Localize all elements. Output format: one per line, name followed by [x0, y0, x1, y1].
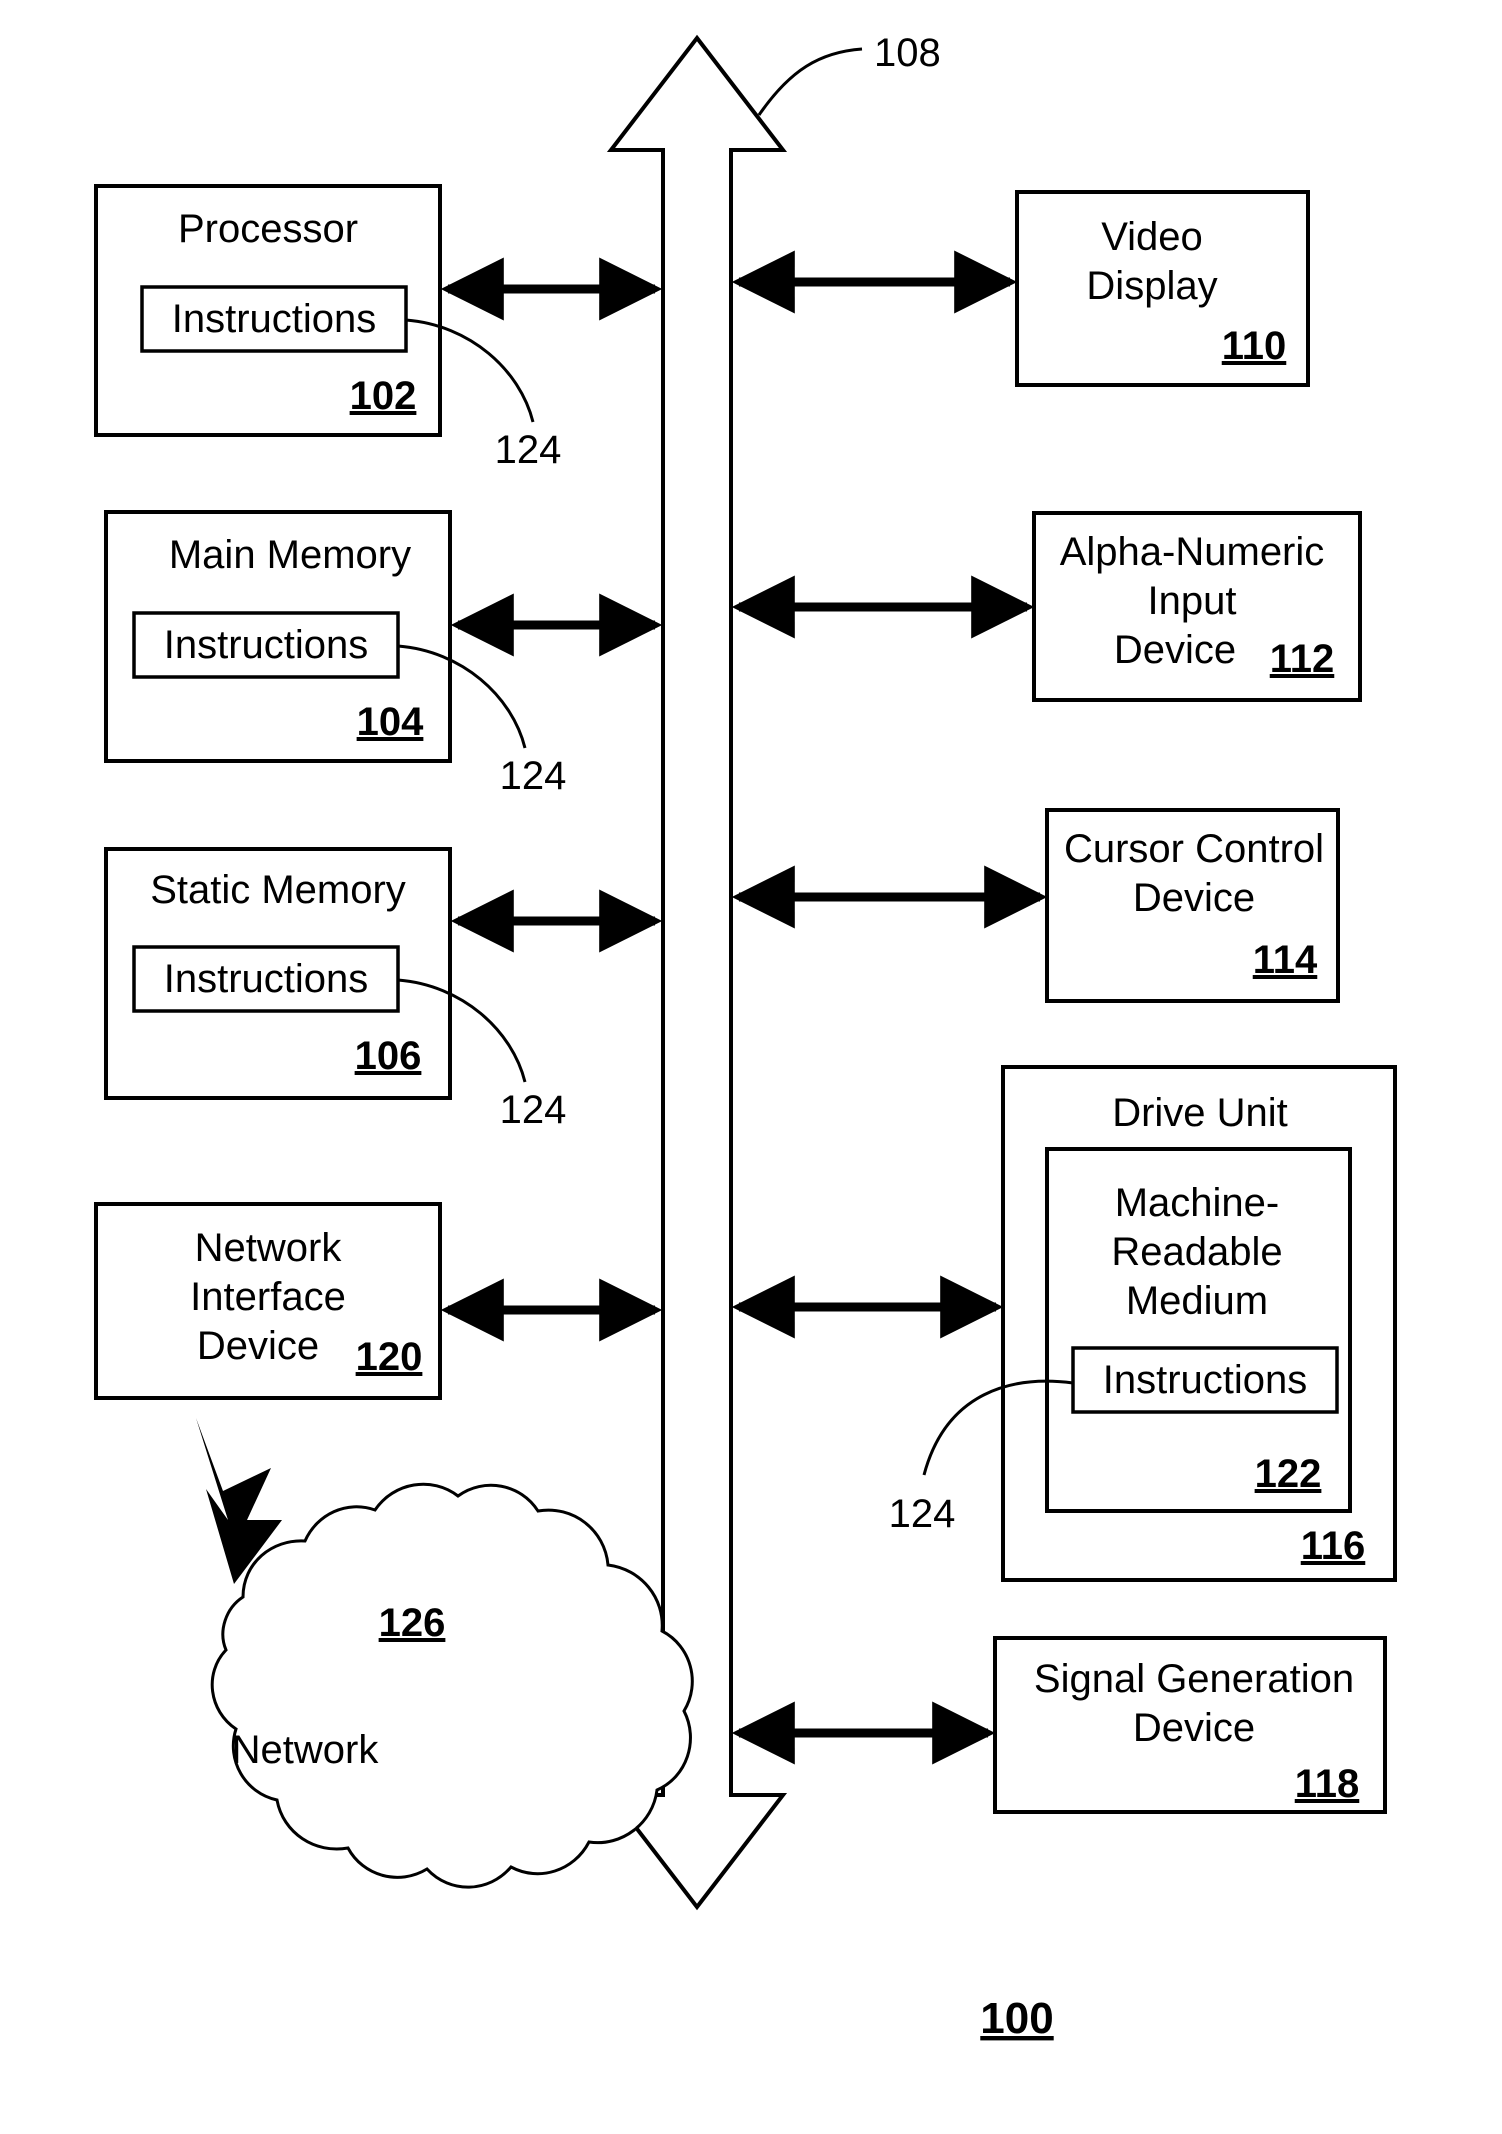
- patent-figure-canvas: 108 Processor Instructions 102 124 Main …: [0, 0, 1502, 2134]
- block-network-interface-device[interactable]: Network Interface Device 120: [94, 1202, 442, 1400]
- drive-unit-title: Drive Unit: [1112, 1091, 1288, 1135]
- alpha-numeric-input-device-title-line3: Device: [1114, 628, 1236, 672]
- block-cursor-control-device[interactable]: Cursor Control Device 114: [1045, 808, 1340, 1003]
- static-memory-ref: 106: [355, 1034, 422, 1078]
- video-display-ref: 110: [1222, 324, 1287, 368]
- bus-ref-leader: [757, 47, 863, 116]
- bus-ref-label: 108: [874, 31, 941, 75]
- drive-unit-box: [1001, 1065, 1397, 1582]
- alpha-numeric-input-device-title-line2: Input: [1148, 579, 1237, 623]
- network-cloud-ref: 126: [379, 1601, 446, 1645]
- video-display-title-line2: Display: [1086, 264, 1217, 308]
- cursor-control-device-title-line2: Device: [1133, 876, 1255, 920]
- signal-generation-device-ref: 118: [1295, 1762, 1360, 1806]
- machine-readable-medium-ref: 122: [1255, 1452, 1322, 1496]
- block-main-memory[interactable]: Main Memory Instructions 104: [104, 510, 452, 763]
- static-memory-title: Static Memory: [150, 868, 406, 912]
- block-processor[interactable]: Processor Instructions 102: [94, 184, 442, 437]
- static-memory-instructions-ref-label: 124: [500, 1088, 567, 1132]
- processor-title: Processor: [178, 207, 358, 251]
- processor-ref: 102: [350, 374, 417, 418]
- cursor-control-device-ref: 114: [1253, 938, 1318, 982]
- network-cloud-label: Network: [232, 1728, 380, 1772]
- signal-generation-device-title-line2: Device: [1133, 1706, 1255, 1750]
- signal-generation-device-title-line1: Signal Generation: [1034, 1657, 1354, 1701]
- block-video-display[interactable]: Video Display 110: [1015, 190, 1310, 387]
- main-memory-instructions-ref-label: 124: [500, 754, 567, 798]
- alpha-numeric-input-device-title-line1: Alpha-Numeric: [1060, 530, 1325, 574]
- static-memory-instructions-label: Instructions: [164, 957, 369, 1001]
- alpha-numeric-input-device-ref: 112: [1270, 637, 1335, 681]
- network-interface-device-ref: 120: [356, 1335, 423, 1379]
- block-static-memory[interactable]: Static Memory Instructions 106: [104, 847, 452, 1100]
- cursor-control-device-title-line1: Cursor Control: [1064, 827, 1324, 871]
- processor-instructions-label: Instructions: [172, 297, 377, 341]
- machine-readable-medium[interactable]: Machine- Readable Medium Instructions 12…: [1045, 1147, 1352, 1513]
- main-memory-title: Main Memory: [169, 533, 411, 577]
- figure-svg: 108 Processor Instructions 102 124 Main …: [94, 31, 1397, 2043]
- figure-number: 100: [980, 1994, 1053, 2043]
- processor-instructions-leader: [405, 318, 535, 423]
- network-cloud[interactable]: 126 Network: [210, 1482, 694, 1889]
- drive-unit-ref: 116: [1301, 1524, 1366, 1568]
- block-signal-generation-device[interactable]: Signal Generation Device 118: [993, 1636, 1387, 1814]
- network-interface-device-title-line1: Network: [195, 1226, 343, 1270]
- video-display-title-line1: Video: [1101, 215, 1203, 259]
- machine-readable-medium-title-line1: Machine-: [1115, 1181, 1280, 1225]
- main-memory-ref: 104: [357, 700, 424, 744]
- network-cloud-shape: [210, 1482, 694, 1889]
- machine-readable-medium-title-line2: Readable: [1111, 1230, 1282, 1274]
- machine-readable-medium-title-line3: Medium: [1126, 1279, 1268, 1323]
- network-interface-device-title-line3: Device: [197, 1324, 319, 1368]
- drive-unit-instructions-ref-label: 124: [889, 1492, 956, 1536]
- drive-unit-instructions-leader: [922, 1379, 1074, 1476]
- network-interface-device-title-line2: Interface: [190, 1275, 346, 1319]
- processor-instructions-ref-label: 124: [495, 428, 562, 472]
- block-drive-unit[interactable]: Drive Unit Machine- Readable Medium Inst…: [1001, 1065, 1397, 1582]
- block-alpha-numeric-input-device[interactable]: Alpha-Numeric Input Device 112: [1032, 511, 1362, 702]
- main-memory-instructions-label: Instructions: [164, 623, 369, 667]
- drive-unit-instructions-label: Instructions: [1103, 1358, 1308, 1402]
